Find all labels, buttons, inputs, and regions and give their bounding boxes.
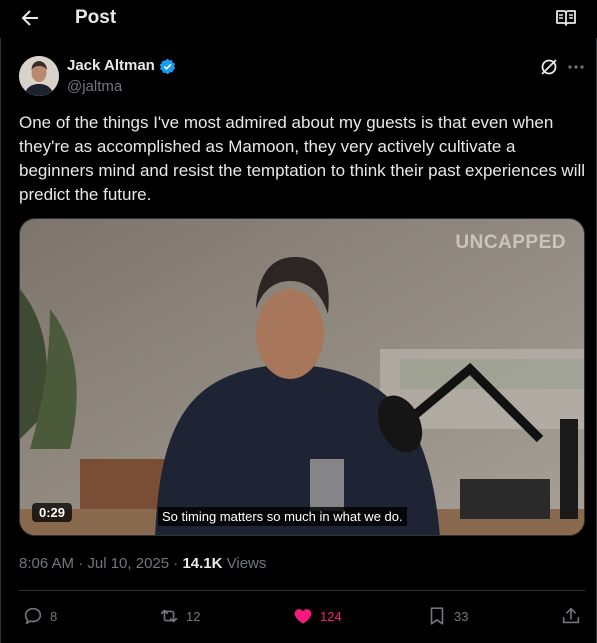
avatar[interactable] (19, 56, 59, 96)
author-name[interactable]: Jack Altman (67, 57, 155, 74)
video-caption: So timing matters so much in what we do. (158, 507, 407, 526)
ellipsis-icon (568, 65, 584, 69)
bookmark-count: 33 (454, 608, 469, 624)
author-handle[interactable]: @jaltma (67, 78, 122, 95)
video-duration: 0:29 (32, 503, 73, 522)
tweet-meta: 8:06 AM · Jul 10, 2025 · 14.1K Views (19, 555, 266, 572)
bookmark-icon (430, 607, 444, 625)
tweet-text: One of the things I've most admired abou… (19, 113, 586, 204)
timestamp[interactable]: 8:06 AM · Jul 10, 2025 · (19, 555, 182, 572)
verified-badge-icon (159, 58, 176, 75)
page-title: Post (75, 7, 117, 28)
reply-button[interactable]: 8 (22, 604, 57, 628)
top-bar: Post (0, 0, 597, 38)
share-button[interactable] (560, 604, 582, 628)
grok-button[interactable] (539, 57, 559, 77)
repost-count: 12 (186, 608, 201, 624)
video-frame (20, 219, 584, 535)
more-options-button[interactable] (566, 57, 586, 77)
grok-icon (541, 59, 557, 75)
book-open-icon (556, 10, 576, 26)
column-border-left (0, 38, 1, 643)
like-count: 124 (320, 608, 342, 624)
avatar-photo (19, 56, 59, 96)
actions-divider (19, 590, 585, 591)
video-watermark: UNCAPPED (455, 232, 566, 253)
back-button[interactable] (18, 6, 42, 30)
comment-icon (24, 607, 42, 625)
heart-filled-icon (294, 609, 312, 624)
repost-button[interactable]: 12 (158, 604, 200, 628)
share-icon (562, 607, 580, 624)
reply-count: 8 (50, 608, 58, 624)
views-label: Views (222, 555, 267, 572)
video-player[interactable]: UNCAPPED 0:29 So timing matters so much … (19, 218, 585, 536)
reader-mode-button[interactable] (555, 8, 577, 28)
repost-icon (160, 609, 178, 623)
bookmark-button[interactable]: 33 (426, 604, 468, 628)
views-count: 14.1K (182, 555, 223, 572)
like-button[interactable]: 124 (292, 604, 342, 628)
arrow-left-icon (21, 10, 38, 26)
